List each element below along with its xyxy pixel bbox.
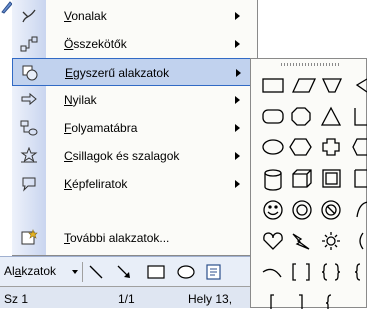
triangle-shape-icon[interactable]: [320, 106, 342, 126]
folded-corner-shape-icon[interactable]: [354, 169, 367, 188]
status-position: Hely 13,: [188, 292, 233, 306]
brace-partial-shape-icon[interactable]: [354, 263, 361, 281]
heart-shape-icon[interactable]: [263, 232, 283, 250]
basic-shapes-icon: [22, 65, 38, 81]
submenu-arrow-icon: [235, 152, 240, 160]
octagon-shape-icon[interactable]: [291, 107, 311, 126]
basic-shapes-palette: [250, 58, 367, 309]
menu-item-basic-shapes[interactable]: Egyszerű alakzatok: [12, 58, 256, 86]
right-triangle-shape-icon[interactable]: [354, 108, 367, 126]
double-brace-shape-icon[interactable]: [321, 263, 341, 281]
menu-item-label: További alakzatok...: [64, 231, 170, 245]
status-bar: Sz 1 1/1 Hely 13,: [0, 286, 250, 308]
menu-item-block-arrows[interactable]: Nyilak: [12, 86, 256, 114]
menu-item-more-shapes[interactable]: További alakzatok...: [12, 224, 256, 252]
toolbar-separator: [82, 262, 83, 282]
autoshapes-menu: Vonalak Összekötők Egyszerű alakzatok Ny…: [12, 0, 258, 256]
lightning-bolt-shape-icon[interactable]: [292, 233, 310, 250]
ellipse-shape-icon[interactable]: [262, 139, 284, 155]
rectangle-shape-icon[interactable]: [262, 78, 284, 93]
trapezoid-shape-icon[interactable]: [321, 78, 343, 93]
submenu-arrow-icon: [235, 180, 240, 188]
left-brace-shape-icon[interactable]: [325, 294, 332, 309]
flowchart-icon: [20, 120, 38, 136]
submenu-arrow-icon: [235, 124, 240, 132]
menu-item-label: Folyamatábra: [64, 121, 138, 135]
menu-item-label: Csillagok és szalagok: [64, 149, 180, 163]
submenu-arrow-icon: [235, 40, 240, 48]
connectors-icon: [20, 36, 38, 52]
hexagon-shape-icon[interactable]: [289, 138, 312, 156]
lines-icon: [22, 9, 36, 23]
submenu-arrow-icon: [236, 69, 241, 77]
menu-item-label: Nyilak: [64, 93, 97, 107]
arrow-tool-icon[interactable]: [114, 263, 134, 281]
status-section: Sz 1: [4, 292, 29, 306]
left-bracket-shape-icon[interactable]: [270, 294, 274, 309]
menu-item-callouts[interactable]: Képfeliratok: [12, 170, 256, 198]
right-bracket-shape-icon[interactable]: [299, 294, 303, 309]
menu-item-label: Összekötők: [64, 37, 127, 51]
menu-item-label: Képfeliratok: [64, 177, 128, 191]
cross-shape-icon[interactable]: [322, 138, 340, 156]
menu-item-lines[interactable]: Vonalak: [12, 2, 256, 30]
pentagon-shape-icon[interactable]: [352, 138, 367, 156]
autoshapes-dropdown-button[interactable]: Alakzatok: [4, 264, 56, 278]
drawing-toolbar: Alakzatok: [0, 256, 250, 286]
sun-shape-icon[interactable]: [326, 236, 336, 246]
menu-item-label: Egyszerű alakzatok: [65, 66, 170, 80]
textbox-tool-icon[interactable]: [204, 263, 224, 281]
chevron-down-icon: [72, 270, 78, 274]
block-arrows-icon: [21, 92, 37, 106]
moon-shape-icon[interactable]: [359, 232, 364, 250]
cube-shape-icon[interactable]: [292, 169, 312, 188]
more-shapes-icon: [21, 229, 38, 245]
line-tool-icon[interactable]: [86, 263, 106, 281]
diamond-shape-icon[interactable]: [355, 78, 367, 93]
status-page: 1/1: [118, 292, 135, 306]
menu-item-label: Vonalak: [64, 9, 107, 23]
callouts-icon: [22, 177, 36, 192]
smiley-face-shape-icon[interactable]: [263, 200, 283, 220]
rounded-rectangle-shape-icon[interactable]: [262, 109, 284, 124]
oval-tool-icon[interactable]: [176, 263, 196, 281]
double-bracket-shape-icon[interactable]: [292, 263, 310, 281]
menu-item-connectors[interactable]: Összekötők: [12, 30, 256, 58]
arc-shape-icon[interactable]: [262, 268, 282, 278]
palette-shape-grid: [262, 78, 367, 309]
menu-item-stars-banners[interactable]: Csillagok és szalagok: [12, 142, 256, 170]
stars-banners-icon: [20, 147, 38, 163]
parallelogram-shape-icon[interactable]: [291, 78, 317, 93]
donut-shape-icon[interactable]: [292, 200, 312, 220]
menu-item-flowchart[interactable]: Folyamatábra: [12, 114, 256, 142]
submenu-arrow-icon: [235, 12, 240, 20]
submenu-arrow-icon: [235, 96, 240, 104]
block-arc-shape-icon[interactable]: [356, 201, 367, 218]
rectangle-tool-icon[interactable]: [146, 263, 166, 281]
